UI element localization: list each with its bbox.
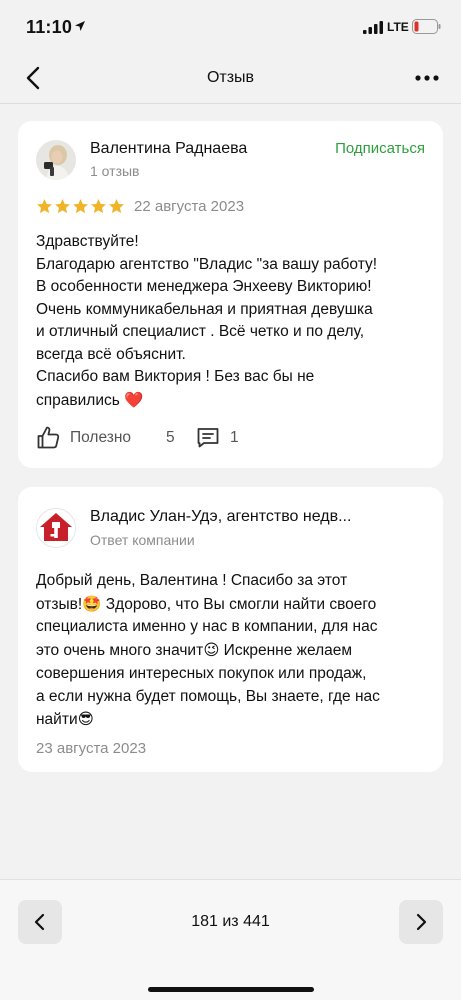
company-reply-label: Ответ компании: [90, 532, 195, 548]
review-actions: Полезно 5 1: [36, 425, 336, 451]
reply-text: Добрый день, Валентина ! Спасибо за этот…: [36, 570, 431, 732]
more-dots-icon[interactable]: [414, 74, 440, 82]
nav-bar: Отзыв: [0, 52, 461, 104]
reply-date: 23 августа 2023: [36, 740, 147, 757]
author-review-count: 1 отзыв: [90, 163, 140, 179]
status-time: 11:10: [26, 17, 73, 37]
avatar-photo: [36, 140, 76, 180]
network-type: LTE: [387, 20, 409, 34]
signal-icon: [363, 21, 383, 34]
location-arrow-icon: [75, 21, 85, 31]
comment-count: 1: [230, 429, 239, 446]
star-icon: [55, 199, 70, 214]
subscribe-button[interactable]: Подписаться: [335, 140, 425, 157]
rating-stars: [36, 198, 125, 215]
star-struck-emoji: 🤩: [82, 594, 102, 613]
company-logo-icon[interactable]: [36, 508, 76, 548]
star-icon: [109, 199, 124, 214]
thumbs-up-icon[interactable]: [36, 425, 61, 450]
avatar[interactable]: [36, 140, 76, 180]
star-icon: [91, 199, 106, 214]
author-name[interactable]: Валентина Раднаева: [90, 140, 247, 158]
sunglasses-emoji: 😎: [77, 710, 94, 729]
home-indicator[interactable]: [148, 987, 314, 992]
heart-emoji: ❤️: [124, 390, 144, 409]
page-title: Отзыв: [206, 69, 255, 86]
star-icon: [37, 199, 52, 214]
status-bar: 11:10 LTE: [0, 0, 461, 52]
review-card: Валентина Раднаева 1 отзыв Подписаться 2…: [18, 121, 443, 468]
pager-position: 181 из 441: [191, 913, 270, 930]
battery-icon: [412, 19, 441, 34]
chevron-right-icon: [416, 913, 427, 931]
company-reply-card: Владис Улан-Удэ, агентство недв... Ответ…: [18, 487, 443, 772]
review-body: Здравствуйте! Благодарю агентство "Влади…: [36, 233, 378, 409]
star-icon: [73, 199, 88, 214]
useful-button[interactable]: Полезно: [70, 429, 131, 447]
company-name[interactable]: Владис Улан-Удэ, агентство недв...: [90, 508, 430, 526]
review-text: Здравствуйте! Благодарю агентство "Влади…: [36, 231, 431, 412]
review-date: 22 августа 2023: [134, 198, 245, 215]
wink-emoji: 😉: [203, 641, 220, 660]
next-button[interactable]: [399, 900, 443, 944]
comment-icon[interactable]: [196, 426, 220, 449]
bottom-pager: 181 из 441: [0, 879, 461, 1000]
useful-count: 5: [166, 429, 175, 446]
